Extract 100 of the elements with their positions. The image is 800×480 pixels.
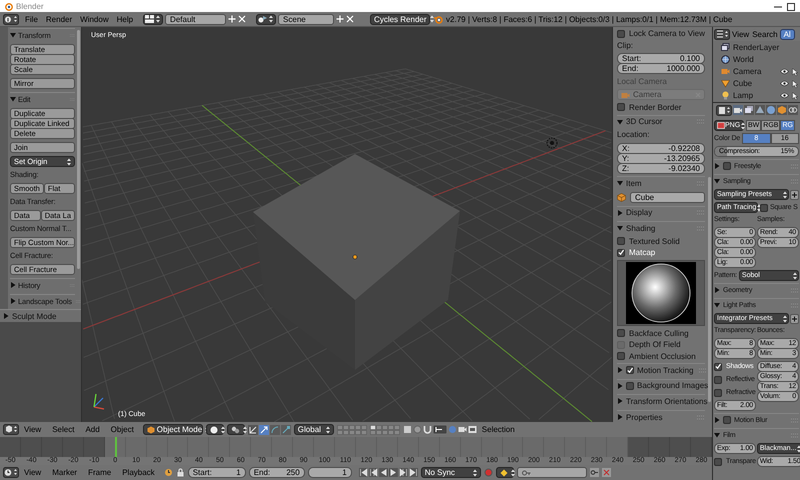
panel-title[interactable]: Shading (626, 224, 656, 233)
tree-item[interactable]: World (733, 55, 754, 64)
panel-title[interactable]: Transform Orientations (626, 396, 708, 406)
menu-item[interactable]: Window (78, 14, 111, 24)
panel-title[interactable]: Item (626, 178, 642, 188)
checkbox-label[interactable]: Lock Camera to View (629, 29, 705, 38)
number-field[interactable]: End: 250 (248, 467, 305, 478)
grip-icon[interactable] (699, 368, 708, 373)
scrollbar[interactable] (77, 30, 80, 269)
disclosure-triangle-icon[interactable] (617, 367, 623, 374)
checkbox[interactable] (714, 376, 722, 384)
display-mode-dropdown[interactable]: Al (780, 28, 795, 40)
grip-icon[interactable] (697, 210, 705, 216)
disclosure-triangle-icon[interactable] (617, 118, 623, 125)
orientation-dropdown[interactable]: Global (294, 424, 334, 435)
checkbox[interactable] (617, 30, 625, 38)
sync-dropdown[interactable]: No Sync (420, 467, 481, 478)
grip-icon[interactable] (791, 164, 799, 168)
checkbox[interactable] (723, 162, 731, 170)
number-field[interactable]: Start: 0.100 (617, 53, 705, 64)
grip-icon[interactable] (791, 302, 799, 308)
number-field[interactable]: Y: -13.20965 (617, 152, 705, 164)
layout-field[interactable]: Default (165, 14, 226, 24)
tree-item[interactable]: Lamp (733, 91, 754, 100)
menu-item[interactable]: View (22, 425, 44, 434)
number-field[interactable]: Start: 1 (188, 467, 246, 478)
disclosure-triangle-icon[interactable] (617, 398, 623, 404)
disclosure-triangle-icon[interactable] (714, 178, 720, 184)
menu-item[interactable]: Add (83, 425, 102, 434)
eye-icon[interactable] (780, 92, 789, 99)
menu-item[interactable]: Render (44, 14, 74, 24)
play-icon[interactable] (388, 468, 398, 477)
tree-item[interactable]: RenderLayer (733, 43, 780, 52)
editor-type-icon[interactable] (3, 14, 19, 24)
key-remove-icon[interactable] (602, 468, 611, 477)
checkbox-label[interactable]: Backface Culling (629, 328, 689, 338)
checkbox[interactable] (714, 362, 722, 370)
chain-icon[interactable] (788, 105, 798, 115)
menu-item[interactable]: File (23, 14, 40, 24)
manipulator-icon[interactable] (248, 424, 258, 434)
menu-item[interactable]: View (22, 468, 44, 477)
panel-title[interactable]: Display (626, 208, 652, 218)
checkbox[interactable] (723, 416, 731, 424)
playhead-line[interactable] (114, 437, 117, 457)
keying-set-field[interactable] (516, 467, 587, 478)
cone-icon[interactable] (755, 105, 765, 115)
key-icon[interactable] (590, 468, 599, 477)
jump-end-icon[interactable] (408, 468, 418, 477)
disclosure-triangle-icon[interactable] (10, 282, 16, 288)
disclosure-triangle-icon[interactable] (714, 287, 720, 293)
menu-item[interactable]: Help (114, 14, 136, 24)
circle-icon[interactable] (412, 425, 422, 434)
editor-type-icon[interactable] (714, 28, 730, 40)
timeline-frame-span[interactable] (104, 437, 126, 457)
disclosure-triangle-icon[interactable] (10, 32, 16, 38)
rotate-arc-icon[interactable] (270, 424, 280, 434)
disclosure-triangle-icon[interactable] (10, 96, 16, 102)
panel-title[interactable]: 3D Cursor (626, 117, 662, 126)
checkbox[interactable] (617, 237, 625, 246)
image-stack-icon[interactable] (744, 105, 754, 115)
grip-icon[interactable] (697, 119, 705, 124)
panel-title[interactable]: Motion Tracking (637, 366, 694, 375)
scene-icon-selector[interactable] (256, 14, 276, 24)
lock-icon[interactable] (176, 468, 185, 477)
number-field[interactable]: 1 (308, 467, 352, 478)
disclosure-triangle-icon[interactable] (617, 414, 623, 420)
disclosure-triangle-icon[interactable] (617, 225, 623, 232)
layout-icon-selector[interactable] (143, 14, 164, 24)
checkbox[interactable] (617, 248, 625, 257)
scale-icon[interactable] (280, 424, 291, 434)
tree-item[interactable]: Cube (733, 79, 752, 88)
checkbox[interactable] (760, 204, 768, 212)
checkbox[interactable] (626, 366, 634, 374)
lamp-icon[interactable] (546, 138, 558, 148)
snap-target-icon[interactable] (432, 425, 447, 434)
tree-item[interactable]: Camera (733, 67, 762, 76)
checkbox[interactable] (617, 352, 625, 360)
disclosure-triangle-icon[interactable] (617, 180, 623, 186)
number-field[interactable]: Z: -9.02340 (617, 162, 705, 174)
number-field[interactable]: End: 1000.000 (617, 63, 705, 74)
disclosure-triangle-icon[interactable] (714, 163, 720, 169)
grip-icon[interactable] (791, 178, 799, 184)
plus-icon[interactable] (790, 190, 799, 200)
plus-icon[interactable] (790, 314, 799, 324)
cube-icon[interactable] (777, 105, 787, 115)
magnet-icon[interactable] (422, 425, 432, 434)
keying-dropdown[interactable] (496, 467, 514, 478)
checkbox-label[interactable]: Render Border (629, 102, 682, 112)
matcap-preview[interactable] (626, 262, 696, 324)
disclosure-triangle-icon[interactable] (10, 298, 16, 304)
number-field[interactable]: X: -0.92208 (617, 142, 705, 154)
checkbox[interactable] (617, 329, 625, 337)
layers-grid-icon[interactable] (370, 424, 400, 434)
camera-icon[interactable] (458, 425, 467, 434)
editor-type-icon[interactable] (3, 467, 19, 478)
menu-item[interactable]: Playback (120, 468, 157, 477)
disclosure-triangle-icon[interactable] (714, 432, 720, 438)
checkbox[interactable] (714, 458, 722, 466)
grip-icon[interactable] (791, 432, 799, 438)
menu-item[interactable]: Select (50, 425, 76, 434)
